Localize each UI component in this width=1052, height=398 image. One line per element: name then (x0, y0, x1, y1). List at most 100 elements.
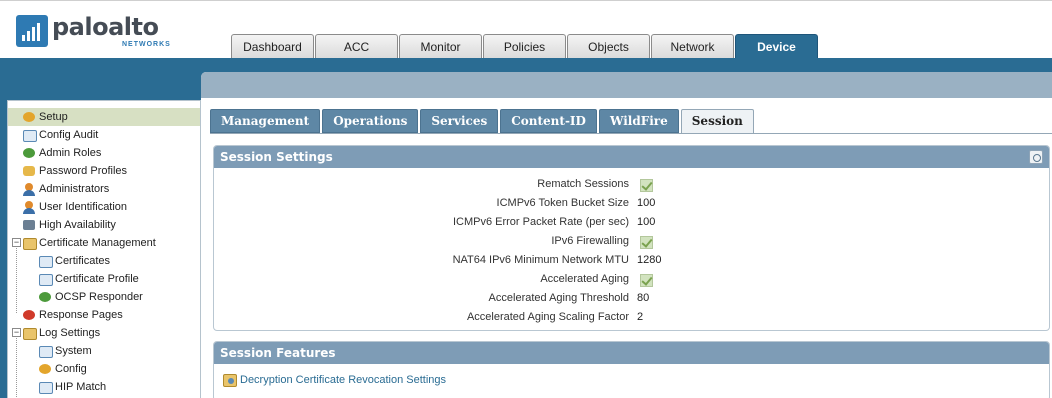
row-accelerated-aging: Accelerated Aging (214, 271, 1049, 290)
header: paloalto NETWORKS Dashboard ACC Monitor … (0, 0, 1052, 59)
response-pages-icon (22, 308, 37, 322)
sidebar-item-response-pages[interactable]: Response Pages (8, 306, 123, 324)
tab-dashboard[interactable]: Dashboard (231, 34, 314, 59)
sidebar-item-label: Certificate Profile (55, 273, 139, 285)
subtab-management[interactable]: Management (210, 109, 321, 133)
row-nat64-mtu: NAT64 IPv6 Minimum Network MTU 1280 (214, 252, 1049, 271)
certificate-settings-icon (222, 372, 238, 387)
field-label: ICMPv6 Error Packet Rate (per sec) (452, 216, 629, 228)
sidebar-item-label: Administrators (39, 183, 110, 195)
tab-acc[interactable]: ACC (315, 34, 398, 59)
panel-title: Session Settings (220, 150, 333, 164)
field-label: Rematch Sessions (537, 178, 629, 190)
sidebar-item-user-identification[interactable]: User Identification (8, 198, 127, 216)
decryption-cert-revocation-link[interactable]: Decryption Certificate Revocation Settin… (222, 372, 446, 387)
sidebar-item-config-audit[interactable]: Config Audit (8, 126, 98, 144)
field-label: ICMPv6 Token Bucket Size (496, 197, 629, 209)
sidebar-item-certificates[interactable]: Certificates (8, 252, 110, 270)
session-features-header: Session Features (214, 342, 1049, 364)
sidebar-item-administrators[interactable]: Administrators (8, 180, 109, 198)
subtab-content-id[interactable]: Content-ID (500, 109, 597, 133)
sidebar-item-label: HIP Match (55, 381, 107, 393)
sidebar-item-label: Certificates (55, 255, 111, 267)
sidebar-item-label: Config (55, 363, 87, 375)
content-topbar (201, 72, 1052, 98)
session-settings-header: Session Settings (214, 146, 1049, 168)
certificates-icon (38, 254, 53, 268)
sidebar-item-label: Certificate Management (39, 237, 156, 249)
sidebar-item-log-settings[interactable]: − Log Settings (8, 324, 100, 342)
sidebar-item-label: Password Profiles (39, 165, 128, 177)
collapse-toggle-icon[interactable]: − (12, 238, 21, 247)
field-value: 100 (637, 197, 656, 209)
subtab-services[interactable]: Services (420, 109, 499, 133)
field-value: 2 (637, 311, 644, 323)
config-icon (38, 362, 53, 376)
sidebar-item-admin-roles[interactable]: Admin Roles (8, 144, 101, 162)
brand-sub: NETWORKS (122, 41, 171, 48)
sidebar-item-setup[interactable]: Setup (8, 108, 200, 126)
log-settings-icon (22, 326, 37, 340)
sub-tabs: Management Operations Services Content-I… (210, 109, 756, 134)
sidebar-item-label: High Availability (39, 219, 116, 231)
field-value: 1280 (637, 254, 662, 266)
config-audit-icon (22, 128, 37, 142)
sidebar-item-label: Setup (39, 111, 68, 123)
row-aging-scaling-factor: Accelerated Aging Scaling Factor 2 (214, 309, 1049, 328)
row-rematch-sessions: Rematch Sessions (214, 176, 1049, 195)
certificate-management-icon (22, 236, 37, 250)
tab-monitor[interactable]: Monitor (399, 34, 482, 59)
row-icmpv6-error-rate: ICMPv6 Error Packet Rate (per sec) 100 (214, 214, 1049, 233)
sidebar-item-label: Admin Roles (39, 147, 102, 159)
ipv6-firewalling-checkbox[interactable] (640, 236, 653, 249)
password-profiles-icon (22, 164, 37, 178)
collapse-toggle-icon[interactable]: − (12, 328, 21, 337)
subtab-operations[interactable]: Operations (322, 109, 419, 133)
system-icon (38, 344, 53, 358)
sidebar-item-hip-match[interactable]: HIP Match (8, 378, 106, 396)
field-value: 80 (637, 292, 650, 304)
sidebar-item-system[interactable]: System (8, 342, 92, 360)
accelerated-aging-checkbox[interactable] (640, 274, 653, 287)
row-icmpv6-token-bucket: ICMPv6 Token Bucket Size 100 (214, 195, 1049, 214)
sidebar-item-ocsp-responder[interactable]: OCSP Responder (8, 288, 143, 306)
field-label: IPv6 Firewalling (551, 235, 629, 247)
sidebar-item-password-profiles[interactable]: Password Profiles (8, 162, 127, 180)
sidebar-item-certificate-profile[interactable]: Certificate Profile (8, 270, 139, 288)
ocsp-responder-icon (38, 290, 53, 304)
tab-device[interactable]: Device (735, 34, 818, 59)
tab-network[interactable]: Network (651, 34, 734, 59)
field-value: 100 (637, 216, 656, 228)
subtab-wildfire[interactable]: WildFire (598, 109, 679, 133)
sidebar-item-label: Response Pages (39, 309, 123, 321)
tab-policies[interactable]: Policies (483, 34, 566, 59)
row-ipv6-firewalling: IPv6 Firewalling (214, 233, 1049, 252)
tab-objects[interactable]: Objects (567, 34, 650, 59)
hip-match-icon (38, 380, 53, 394)
field-label: NAT64 IPv6 Minimum Network MTU (452, 254, 629, 266)
sub-tabs-divider (210, 133, 1052, 134)
sidebar-item-config[interactable]: Config (8, 360, 87, 378)
brand-name: paloalto (52, 13, 159, 41)
high-availability-icon (22, 218, 37, 232)
field-label: Accelerated Aging (540, 273, 629, 285)
sidebar-item-certificate-management[interactable]: − Certificate Management (8, 234, 156, 252)
edit-gear-icon[interactable] (1029, 150, 1043, 164)
sidebar-item-high-availability[interactable]: High Availability (8, 216, 116, 234)
sidebar-tree: Setup Config Audit Admin Roles Password … (7, 100, 201, 398)
sidebar-item-label: OCSP Responder (55, 291, 143, 303)
main-tabs: Dashboard ACC Monitor Policies Objects N… (231, 34, 819, 59)
link-label: Decryption Certificate Revocation Settin… (240, 373, 447, 386)
row-aging-threshold: Accelerated Aging Threshold 80 (214, 290, 1049, 309)
sidebar-item-label: Log Settings (39, 327, 101, 339)
content-panel: Management Operations Services Content-I… (201, 72, 1052, 398)
field-label: Accelerated Aging Scaling Factor (466, 311, 629, 323)
panel-title: Session Features (220, 346, 336, 360)
administrators-icon (22, 182, 37, 196)
subtab-session[interactable]: Session (680, 109, 754, 134)
field-label: Accelerated Aging Threshold (488, 292, 629, 304)
certificate-profile-icon (38, 272, 53, 286)
rematch-sessions-checkbox[interactable] (640, 179, 653, 192)
paloalto-logo-mark-icon (16, 15, 48, 47)
user-identification-icon (22, 200, 37, 214)
